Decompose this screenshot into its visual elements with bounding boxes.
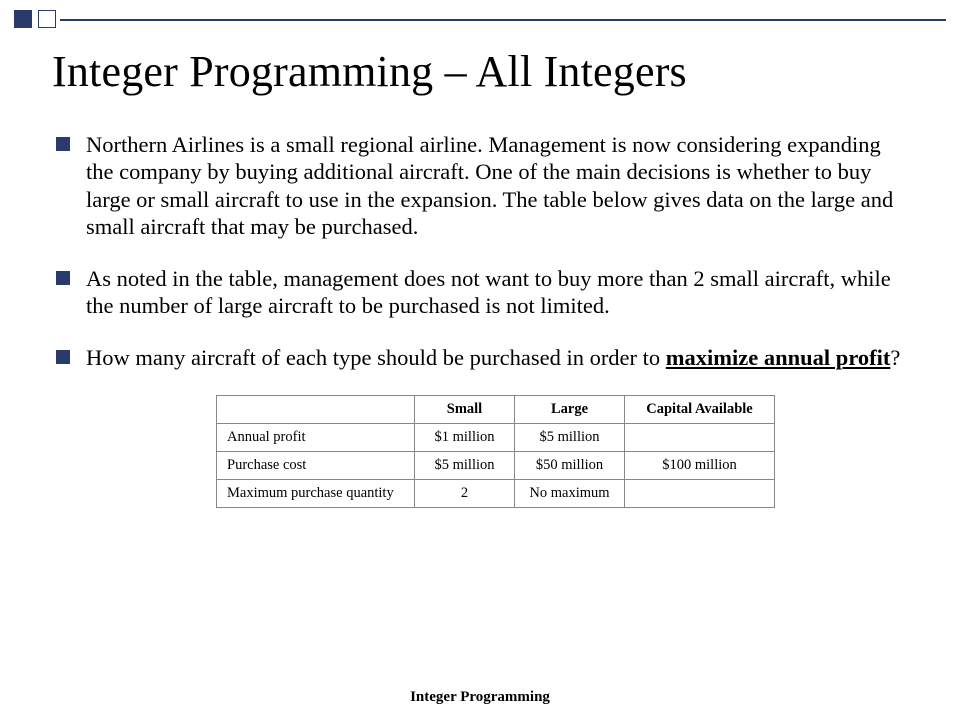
table-cell (217, 396, 415, 424)
table-cell: $50 million (515, 452, 625, 480)
table-cell: Purchase cost (217, 452, 415, 480)
table-cell: $1 million (415, 424, 515, 452)
table-row: Small Large Capital Available (217, 396, 775, 424)
bullet-item: As noted in the table, management does n… (52, 265, 908, 320)
data-table-wrap: Small Large Capital Available Annual pro… (216, 395, 908, 508)
table-cell: No maximum (515, 480, 625, 508)
table-cell: $5 million (415, 452, 515, 480)
bullet-text-emph: maximize annual profit (666, 345, 891, 370)
data-table: Small Large Capital Available Annual pro… (216, 395, 775, 508)
top-rule (60, 19, 946, 21)
bullet-list: Northern Airlines is a small regional ai… (52, 131, 908, 371)
bullet-text-post: ? (890, 345, 900, 370)
bullet-text: As noted in the table, management does n… (86, 266, 891, 318)
bullet-item: Northern Airlines is a small regional ai… (52, 131, 908, 241)
bullet-text-pre: How many aircraft of each type should be… (86, 345, 666, 370)
table-row: Annual profit $1 million $5 million (217, 424, 775, 452)
table-row: Maximum purchase quantity 2 No maximum (217, 480, 775, 508)
square-icon (14, 10, 32, 28)
bullet-item: How many aircraft of each type should be… (52, 344, 908, 371)
table-cell: $5 million (515, 424, 625, 452)
table-header: Small (415, 396, 515, 424)
bullet-text: Northern Airlines is a small regional ai… (86, 132, 893, 239)
table-header: Large (515, 396, 625, 424)
table-cell: $100 million (625, 452, 775, 480)
table-cell: Maximum purchase quantity (217, 480, 415, 508)
table-cell: Annual profit (217, 424, 415, 452)
slide-title: Integer Programming – All Integers (52, 46, 908, 97)
table-cell: 2 (415, 480, 515, 508)
slide-content: Integer Programming – All Integers North… (0, 0, 960, 508)
corner-decoration (14, 10, 56, 28)
square-icon (38, 10, 56, 28)
table-cell (625, 480, 775, 508)
table-header: Capital Available (625, 396, 775, 424)
table-cell (625, 424, 775, 452)
table-row: Purchase cost $5 million $50 million $10… (217, 452, 775, 480)
slide-footer: Integer Programming (0, 689, 960, 706)
